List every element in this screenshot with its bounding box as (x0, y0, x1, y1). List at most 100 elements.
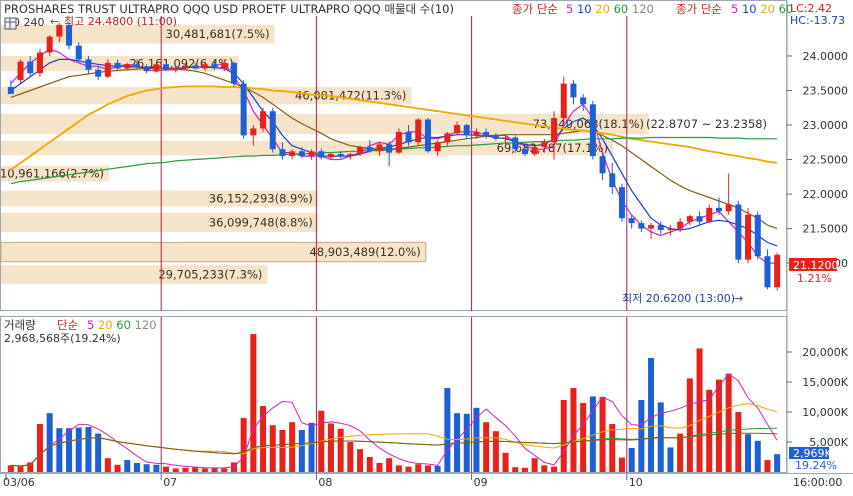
volume-bar (638, 400, 645, 472)
volume-tick-label: 10,000K (802, 406, 848, 419)
candle-body (221, 62, 228, 69)
candle-body (7, 87, 14, 94)
volume-bar (153, 464, 160, 472)
candle-body (337, 154, 344, 157)
chart-svg: 30,481,681(7.5%)26,161,092(6.4%)46,081,4… (0, 0, 853, 489)
date-label: 07 (163, 476, 177, 489)
volume-profile-label: 10,961,166(2.7%) (0, 167, 104, 181)
volume-bar (386, 458, 393, 472)
candle-body (172, 67, 179, 70)
candle-body (133, 64, 140, 67)
candle-body (153, 64, 160, 72)
candle-body (75, 45, 82, 60)
volume-bar (46, 413, 53, 472)
candle-body (230, 62, 237, 84)
candle-body (531, 147, 538, 155)
volume-bar (725, 373, 732, 472)
candle-body (104, 62, 111, 77)
volume-bar (706, 389, 713, 472)
volume-bar (201, 468, 208, 472)
volume-ma-label: 단순 (57, 318, 78, 332)
candle-body (279, 149, 286, 157)
volume-bar (483, 422, 490, 472)
candle-body (289, 151, 296, 157)
volume-bar (366, 457, 373, 472)
volume-bar (512, 467, 519, 472)
volume-bar (279, 430, 286, 472)
candle-body (27, 61, 34, 74)
volume-bar (599, 397, 606, 472)
grid-icon[interactable] (4, 17, 17, 30)
volume-bar (424, 465, 431, 472)
candle-body (298, 151, 305, 157)
volume-bar (677, 433, 684, 472)
max-price-arrow: ← (50, 15, 59, 28)
ma-legend-label: 종가 단순 (512, 2, 558, 16)
volume-profile-label: 36,152,293(8.9%) (209, 192, 313, 206)
candle-body (308, 151, 315, 157)
candle-body (260, 111, 267, 129)
volume-bar (172, 468, 179, 472)
volume-tick-label: 20,000K (802, 346, 848, 359)
candle-body (376, 144, 383, 152)
volume-bar (337, 428, 344, 472)
candle-body (347, 154, 354, 157)
max-price-label: 최고 24.4800 (11:00) (64, 15, 177, 28)
legend-period-120: 120 (628, 2, 654, 16)
volume-bar (7, 465, 14, 472)
candle-body (269, 111, 276, 150)
candle-body (667, 228, 674, 231)
price-tick-label: 22.0000 (803, 188, 849, 201)
legend-period-5: 5 (87, 318, 94, 332)
volume-bar (628, 448, 635, 472)
legend-period-5: 5 (731, 2, 738, 16)
volume-bar (308, 422, 315, 472)
volume-bar (551, 466, 558, 472)
volume-title-text: 거래량 (4, 318, 36, 332)
legend-period-20: 20 (757, 2, 775, 16)
candle-body (648, 225, 655, 229)
volume-bar (75, 427, 82, 472)
candle-body (395, 131, 402, 153)
candle-body (686, 216, 693, 222)
price-tick-label: 22.5000 (803, 154, 849, 167)
candle-body (774, 254, 781, 288)
legend-period-10: 10 (573, 2, 591, 16)
volume-profile-label: 29,705,233(7.3%) (158, 268, 262, 282)
volume-bar (250, 334, 257, 472)
candle-body (386, 144, 393, 153)
volume-bar (298, 430, 305, 472)
volume-bar (376, 463, 383, 472)
volume-bar (618, 457, 625, 472)
candle-body (618, 187, 625, 219)
candle-body (754, 214, 761, 257)
price-tick-label: 23.0000 (803, 119, 849, 132)
current-price: 21.1200 (793, 259, 839, 272)
ma-legend-periods: 5 10 20 60 120 (566, 2, 654, 16)
volume-bar (269, 425, 276, 472)
min-price-arrow: → (734, 292, 743, 305)
legend-period-60: 60 (113, 318, 131, 332)
volume-bar (56, 428, 63, 472)
candle-body (66, 24, 73, 46)
hc-label: HC:-13.73 (790, 14, 845, 27)
volume-value-label: 2,968,568주(19.24%) (4, 332, 121, 345)
price-tick-label: 24.0000 (803, 50, 849, 63)
volume-bar (395, 465, 402, 472)
ma-legend-periods-2: 5 10 20 60 (731, 2, 793, 16)
candle-body (454, 125, 461, 134)
candle-body (463, 125, 470, 136)
legend-period-60: 60 (610, 2, 628, 16)
date-label-end: 16:00:00 (793, 476, 842, 489)
candle-body (725, 204, 732, 212)
candle-body (483, 131, 490, 136)
candle-body (541, 142, 548, 148)
candle-body (211, 64, 218, 69)
candle-body (589, 104, 596, 157)
volume-bar (570, 388, 577, 472)
candle-body (628, 218, 635, 224)
volume-bar (405, 466, 412, 472)
legend-period-20: 20 (94, 318, 112, 332)
candle-body (444, 133, 451, 143)
volume-title: 거래량 (4, 318, 36, 332)
